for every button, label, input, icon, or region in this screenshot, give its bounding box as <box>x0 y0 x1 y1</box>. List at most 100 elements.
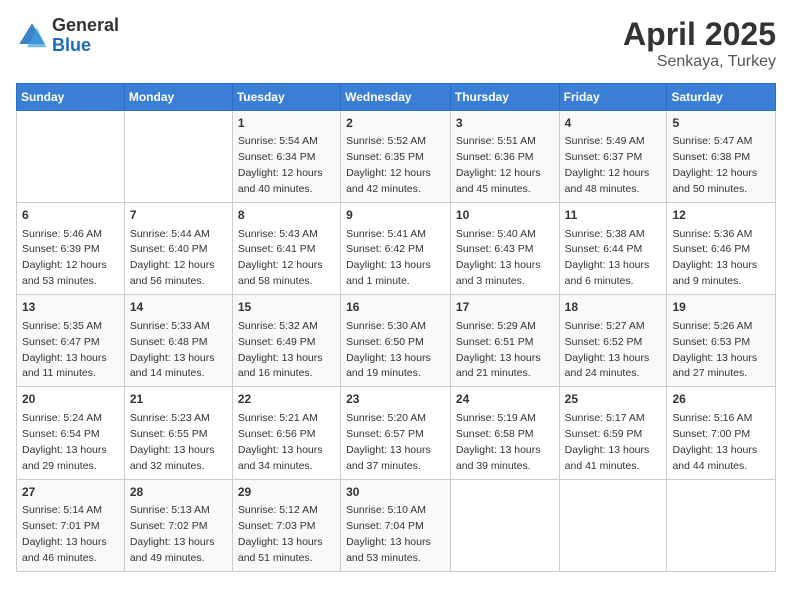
day-number: 8 <box>238 207 335 224</box>
calendar-body: 1 Sunrise: 5:54 AM Sunset: 6:34 PM Daylig… <box>17 111 776 572</box>
day-info: Sunrise: 5:12 AM Sunset: 7:03 PM Dayligh… <box>238 504 323 564</box>
day-number: 30 <box>346 484 445 501</box>
day-number: 26 <box>672 391 770 408</box>
col-header-wednesday: Wednesday <box>341 84 451 111</box>
day-number: 18 <box>565 299 662 316</box>
day-info: Sunrise: 5:54 AM Sunset: 6:34 PM Dayligh… <box>238 135 323 195</box>
day-cell: 12Sunrise: 5:36 AM Sunset: 6:46 PM Dayli… <box>667 203 776 295</box>
logo-text: General Blue <box>52 16 119 56</box>
day-number: 15 <box>238 299 335 316</box>
day-number: 19 <box>672 299 770 316</box>
day-info: Sunrise: 5:46 AM Sunset: 6:39 PM Dayligh… <box>22 228 107 288</box>
day-info: Sunrise: 5:32 AM Sunset: 6:49 PM Dayligh… <box>238 320 323 380</box>
day-cell: 3Sunrise: 5:51 AM Sunset: 6:36 PM Daylig… <box>450 111 559 203</box>
day-cell: 30 Sunrise: 5:10 AM Sunset: 7:04 PM Dayli… <box>341 479 451 571</box>
day-cell <box>124 111 232 203</box>
col-header-sunday: Sunday <box>17 84 125 111</box>
week-row-3: 13 Sunrise: 5:35 AM Sunset: 6:47 PM Dayli… <box>17 295 776 387</box>
day-cell: 24 Sunrise: 5:19 AM Sunset: 6:58 PM Dayli… <box>450 387 559 479</box>
day-info: Sunrise: 5:35 AM Sunset: 6:47 PM Dayligh… <box>22 320 107 380</box>
day-info: Sunrise: 5:52 AM Sunset: 6:35 PM Dayligh… <box>346 135 431 195</box>
day-info: Sunrise: 5:13 AM Sunset: 7:02 PM Dayligh… <box>130 504 215 564</box>
day-info: Sunrise: 5:29 AM Sunset: 6:51 PM Dayligh… <box>456 320 541 380</box>
day-info: Sunrise: 5:16 AM Sunset: 7:00 PM Dayligh… <box>672 412 757 472</box>
day-number: 13 <box>22 299 119 316</box>
day-number: 2 <box>346 115 445 132</box>
day-cell: 8 Sunrise: 5:43 AM Sunset: 6:41 PM Daylig… <box>232 203 340 295</box>
day-cell: 11 Sunrise: 5:38 AM Sunset: 6:44 PM Dayli… <box>559 203 667 295</box>
day-number: 3 <box>456 115 554 132</box>
day-info: Sunrise: 5:33 AM Sunset: 6:48 PM Dayligh… <box>130 320 215 380</box>
day-cell: 1 Sunrise: 5:54 AM Sunset: 6:34 PM Daylig… <box>232 111 340 203</box>
day-cell <box>17 111 125 203</box>
day-cell <box>450 479 559 571</box>
logo-blue: Blue <box>52 36 119 56</box>
day-info: Sunrise: 5:30 AM Sunset: 6:50 PM Dayligh… <box>346 320 431 380</box>
day-info: Sunrise: 5:49 AM Sunset: 6:37 PM Dayligh… <box>565 135 650 195</box>
day-number: 23 <box>346 391 445 408</box>
week-row-2: 6 Sunrise: 5:46 AM Sunset: 6:39 PM Daylig… <box>17 203 776 295</box>
col-header-monday: Monday <box>124 84 232 111</box>
day-info: Sunrise: 5:14 AM Sunset: 7:01 PM Dayligh… <box>22 504 107 564</box>
page-header: General Blue April 2025 Senkaya, Turkey <box>16 16 776 71</box>
day-cell: 20 Sunrise: 5:24 AM Sunset: 6:54 PM Dayli… <box>17 387 125 479</box>
logo-general: General <box>52 16 119 36</box>
day-cell: 27Sunrise: 5:14 AM Sunset: 7:01 PM Dayli… <box>17 479 125 571</box>
day-info: Sunrise: 5:38 AM Sunset: 6:44 PM Dayligh… <box>565 228 650 288</box>
day-number: 10 <box>456 207 554 224</box>
day-cell: 7 Sunrise: 5:44 AM Sunset: 6:40 PM Daylig… <box>124 203 232 295</box>
day-number: 11 <box>565 207 662 224</box>
day-number: 16 <box>346 299 445 316</box>
title-month: April 2025 <box>623 16 776 53</box>
day-number: 22 <box>238 391 335 408</box>
day-info: Sunrise: 5:10 AM Sunset: 7:04 PM Dayligh… <box>346 504 431 564</box>
day-number: 14 <box>130 299 227 316</box>
day-info: Sunrise: 5:47 AM Sunset: 6:38 PM Dayligh… <box>672 135 757 195</box>
day-number: 4 <box>565 115 662 132</box>
day-number: 28 <box>130 484 227 501</box>
day-info: Sunrise: 5:41 AM Sunset: 6:42 PM Dayligh… <box>346 228 431 288</box>
day-cell: 13 Sunrise: 5:35 AM Sunset: 6:47 PM Dayli… <box>17 295 125 387</box>
day-number: 1 <box>238 115 335 132</box>
day-number: 29 <box>238 484 335 501</box>
day-info: Sunrise: 5:44 AM Sunset: 6:40 PM Dayligh… <box>130 228 215 288</box>
day-info: Sunrise: 5:40 AM Sunset: 6:43 PM Dayligh… <box>456 228 541 288</box>
day-cell: 5 Sunrise: 5:47 AM Sunset: 6:38 PM Daylig… <box>667 111 776 203</box>
day-cell: 18 Sunrise: 5:27 AM Sunset: 6:52 PM Dayli… <box>559 295 667 387</box>
week-row-4: 20 Sunrise: 5:24 AM Sunset: 6:54 PM Dayli… <box>17 387 776 479</box>
day-cell: 21 Sunrise: 5:23 AM Sunset: 6:55 PM Dayli… <box>124 387 232 479</box>
day-info: Sunrise: 5:17 AM Sunset: 6:59 PM Dayligh… <box>565 412 650 472</box>
day-cell: 15 Sunrise: 5:32 AM Sunset: 6:49 PM Dayli… <box>232 295 340 387</box>
day-info: Sunrise: 5:36 AM Sunset: 6:46 PM Dayligh… <box>672 228 757 288</box>
day-cell: 22Sunrise: 5:21 AM Sunset: 6:56 PM Dayli… <box>232 387 340 479</box>
col-header-friday: Friday <box>559 84 667 111</box>
day-cell: 26 Sunrise: 5:16 AM Sunset: 7:00 PM Dayli… <box>667 387 776 479</box>
day-info: Sunrise: 5:27 AM Sunset: 6:52 PM Dayligh… <box>565 320 650 380</box>
day-number: 6 <box>22 207 119 224</box>
day-info: Sunrise: 5:20 AM Sunset: 6:57 PM Dayligh… <box>346 412 431 472</box>
col-header-tuesday: Tuesday <box>232 84 340 111</box>
day-number: 24 <box>456 391 554 408</box>
column-headers: SundayMondayTuesdayWednesdayThursdayFrid… <box>17 84 776 111</box>
calendar-table: SundayMondayTuesdayWednesdayThursdayFrid… <box>16 83 776 572</box>
day-info: Sunrise: 5:43 AM Sunset: 6:41 PM Dayligh… <box>238 228 323 288</box>
day-info: Sunrise: 5:24 AM Sunset: 6:54 PM Dayligh… <box>22 412 107 472</box>
day-cell <box>667 479 776 571</box>
day-number: 25 <box>565 391 662 408</box>
day-cell: 19Sunrise: 5:26 AM Sunset: 6:53 PM Dayli… <box>667 295 776 387</box>
day-number: 17 <box>456 299 554 316</box>
day-cell: 2 Sunrise: 5:52 AM Sunset: 6:35 PM Daylig… <box>341 111 451 203</box>
day-info: Sunrise: 5:19 AM Sunset: 6:58 PM Dayligh… <box>456 412 541 472</box>
day-cell: 29 Sunrise: 5:12 AM Sunset: 7:03 PM Dayli… <box>232 479 340 571</box>
day-cell: 25 Sunrise: 5:17 AM Sunset: 6:59 PM Dayli… <box>559 387 667 479</box>
day-info: Sunrise: 5:23 AM Sunset: 6:55 PM Dayligh… <box>130 412 215 472</box>
day-number: 7 <box>130 207 227 224</box>
day-number: 20 <box>22 391 119 408</box>
title-block: April 2025 Senkaya, Turkey <box>623 16 776 71</box>
day-number: 21 <box>130 391 227 408</box>
day-cell: 9Sunrise: 5:41 AM Sunset: 6:42 PM Daylig… <box>341 203 451 295</box>
day-number: 5 <box>672 115 770 132</box>
day-cell: 28 Sunrise: 5:13 AM Sunset: 7:02 PM Dayli… <box>124 479 232 571</box>
day-cell: 10 Sunrise: 5:40 AM Sunset: 6:43 PM Dayli… <box>450 203 559 295</box>
week-row-5: 27Sunrise: 5:14 AM Sunset: 7:01 PM Dayli… <box>17 479 776 571</box>
